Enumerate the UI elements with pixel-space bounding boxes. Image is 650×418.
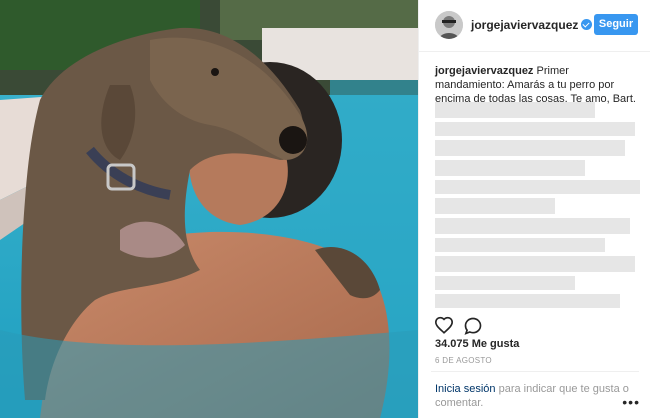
login-prompt: Inicia sesión para indicar que te gusta …: [435, 382, 635, 410]
blurred-comment-line: [435, 198, 555, 214]
avatar[interactable]: [435, 11, 463, 39]
post-photo[interactable]: [0, 0, 418, 418]
like-heart-icon[interactable]: [434, 316, 454, 334]
verified-badge-icon: [581, 19, 593, 30]
divider: [431, 371, 639, 372]
username-link[interactable]: jorgejaviervazquez: [471, 18, 593, 32]
pool-photo-illustration: [0, 0, 418, 418]
blurred-comment-line: [435, 256, 635, 272]
blurred-comment-line: [435, 180, 640, 194]
blurred-comment-line: [435, 160, 585, 176]
blurred-comment-line: [435, 294, 620, 308]
blurred-comment-line: [435, 218, 630, 234]
post-side-panel: jorgejaviervazquez Seguir jorgejaviervaz…: [418, 0, 650, 418]
login-link[interactable]: Inicia sesión: [435, 383, 496, 395]
username-text[interactable]: jorgejaviervazquez: [471, 18, 578, 32]
comments-blurred: [431, 100, 644, 310]
follow-button[interactable]: Seguir: [594, 14, 638, 35]
post-date: 6 DE AGOSTO: [435, 356, 492, 365]
likes-count[interactable]: 34.075 Me gusta: [435, 338, 519, 350]
blurred-comment-line: [435, 102, 595, 118]
blurred-comment-line: [435, 276, 575, 290]
more-options-button[interactable]: •••: [622, 394, 640, 410]
blurred-comment-line: [435, 238, 605, 252]
blurred-comment-line: [435, 140, 625, 156]
post-header: jorgejaviervazquez Seguir: [419, 0, 650, 52]
blurred-comment-line: [435, 122, 635, 136]
comment-bubble-icon[interactable]: [463, 316, 483, 336]
caption-username[interactable]: jorgejaviervazquez: [435, 65, 533, 77]
